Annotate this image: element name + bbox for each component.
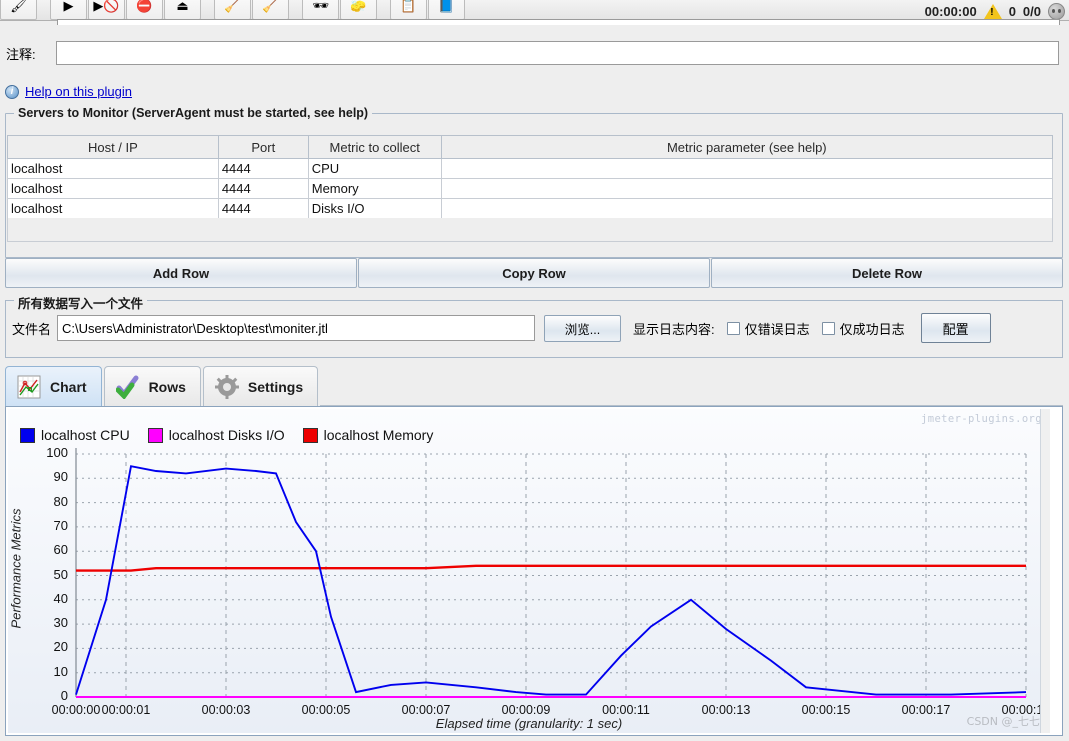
tab-chart-label: Chart xyxy=(50,378,87,395)
cell-param[interactable] xyxy=(440,158,1054,179)
cell-port[interactable]: 4444 xyxy=(217,178,309,199)
info-icon: i xyxy=(5,84,19,99)
cell-host[interactable]: localhost xyxy=(7,198,219,219)
file-row: 文件名 浏览... 显示日志内容: 仅错误日志 仅成功日志 配置 xyxy=(12,313,991,343)
comment-row: 注释: xyxy=(0,38,1069,68)
comment-label: 注释: xyxy=(6,46,36,62)
errors-only-label: 仅错误日志 xyxy=(744,321,810,337)
thread-counter: 0/0 xyxy=(1022,4,1041,19)
cell-host[interactable]: localhost xyxy=(7,178,219,199)
start-no-timers-button[interactable]: ▶🚫 xyxy=(88,0,125,20)
clear-icon-button[interactable]: 🖌 xyxy=(0,0,37,20)
start-button[interactable]: ▶ xyxy=(50,0,87,20)
check-icon xyxy=(115,374,141,400)
cell-param[interactable] xyxy=(440,178,1054,199)
start-icon: ▶ xyxy=(63,0,74,13)
gear-icon xyxy=(214,374,240,400)
stop-button[interactable]: ⛔ xyxy=(126,0,163,20)
success-only-checkbox-wrap[interactable]: 仅成功日志 xyxy=(821,319,905,338)
clear-one-button[interactable]: 🧹 xyxy=(214,0,251,20)
success-only-checkbox[interactable] xyxy=(821,321,835,335)
name-field-clipped xyxy=(57,19,1060,25)
row-action-buttons: Add Row Copy Row Delete Row xyxy=(5,258,1063,288)
tab-settings[interactable]: Settings xyxy=(202,366,319,406)
col-header-port[interactable]: Port xyxy=(217,135,309,159)
function-helper-button[interactable]: 📋 xyxy=(390,0,427,20)
toolbar-status: 00:00:00 0 0/0 xyxy=(925,3,1069,20)
chart-vertical-scrollbar[interactable] xyxy=(1040,409,1050,733)
search-button[interactable]: 🕶 xyxy=(302,0,339,20)
help-button[interactable]: 📘 xyxy=(428,0,465,20)
clear-all-icon: 🧹 xyxy=(262,0,279,13)
search-icon: 🕶 xyxy=(312,0,329,13)
cell-port[interactable]: 4444 xyxy=(217,198,309,219)
filename-input[interactable] xyxy=(57,315,536,341)
shutdown-icon: ⏏ xyxy=(176,0,189,13)
result-tabs: Chart Rows Settings xyxy=(5,366,1063,406)
thread-status-icon xyxy=(1048,3,1065,20)
warning-icon[interactable] xyxy=(983,4,1002,19)
browse-button[interactable]: 浏览... xyxy=(544,314,622,342)
col-header-param[interactable]: Metric parameter (see help) xyxy=(440,135,1054,159)
clear-icon: 🖌 xyxy=(10,0,27,13)
success-only-label: 仅成功日志 xyxy=(839,321,905,337)
cell-host[interactable]: localhost xyxy=(7,158,219,179)
clear-one-icon: 🧹 xyxy=(224,0,241,13)
help-on-plugin-link[interactable]: Help on this plugin xyxy=(25,84,132,99)
add-row-button[interactable]: Add Row xyxy=(5,258,357,288)
tab-rows[interactable]: Rows xyxy=(103,366,201,406)
tab-settings-label: Settings xyxy=(247,378,304,395)
table-row[interactable]: localhost 4444 CPU xyxy=(7,158,1054,179)
shutdown-button[interactable]: ⏏ xyxy=(164,0,201,20)
file-group-title: 所有数据写入一个文件 xyxy=(14,293,148,312)
errors-only-checkbox[interactable] xyxy=(726,321,740,335)
comment-input[interactable] xyxy=(56,41,1059,65)
cell-metric[interactable]: Disks I/O xyxy=(307,198,442,219)
help-on-plugin-row[interactable]: i Help on this plugin xyxy=(5,84,132,99)
col-header-metric[interactable]: Metric to collect xyxy=(307,135,442,159)
tab-chart[interactable]: Chart xyxy=(5,366,102,406)
col-header-host[interactable]: Host / IP xyxy=(7,135,219,159)
reset-search-button[interactable]: 🧽 xyxy=(340,0,377,20)
function-helper-icon: 📋 xyxy=(400,0,417,13)
elapsed-timer: 00:00:00 xyxy=(924,4,977,19)
stop-icon: ⛔ xyxy=(136,0,153,13)
table-row[interactable]: localhost 4444 Memory xyxy=(7,178,1054,199)
cell-port[interactable]: 4444 xyxy=(217,158,309,179)
errors-only-checkbox-wrap[interactable]: 仅错误日志 xyxy=(726,319,810,338)
copy-row-button[interactable]: Copy Row xyxy=(358,258,710,288)
filename-label: 文件名 xyxy=(12,321,52,337)
cell-metric[interactable]: CPU xyxy=(307,158,442,179)
help-icon: 📘 xyxy=(438,0,455,13)
table-header-row: Host / IP Port Metric to collect Metric … xyxy=(7,135,1054,159)
chart-canvas[interactable]: jmeter-plugins.org localhost CPU localho… xyxy=(8,409,1050,733)
delete-row-button[interactable]: Delete Row xyxy=(711,258,1063,288)
write-results-to-file-group: 所有数据写入一个文件 文件名 浏览... 显示日志内容: 仅错误日志 仅成功日志… xyxy=(5,293,1063,358)
table-empty-area xyxy=(7,218,1053,242)
chart-icon xyxy=(16,374,42,400)
servers-to-monitor-group: Servers to Monitor (ServerAgent must be … xyxy=(5,106,1063,258)
chart-panel: jmeter-plugins.org localhost CPU localho… xyxy=(5,406,1063,736)
servers-table: Host / IP Port Metric to collect Metric … xyxy=(7,135,1054,219)
chart-plot-svg xyxy=(75,448,1027,698)
servers-group-title: Servers to Monitor (ServerAgent must be … xyxy=(14,106,373,120)
table-row[interactable]: localhost 4444 Disks I/O xyxy=(7,198,1054,219)
cell-metric[interactable]: Memory xyxy=(307,178,442,199)
start-no-timers-icon: ▶🚫 xyxy=(93,0,120,13)
reset-search-icon: 🧽 xyxy=(350,0,367,13)
main-toolbar: 🖌 ▶ ▶🚫 ⛔ ⏏ 🧹 🧹 🕶 🧽 📋 📘 00:00:00 0 0/0 xyxy=(0,0,1069,21)
log-content-label: 显示日志内容: xyxy=(633,321,715,337)
cell-param[interactable] xyxy=(440,198,1054,219)
clear-all-button[interactable]: 🧹 xyxy=(252,0,289,20)
tab-rows-label: Rows xyxy=(148,378,186,395)
configure-button[interactable]: 配置 xyxy=(920,313,991,343)
warning-count: 0 xyxy=(1008,4,1016,19)
